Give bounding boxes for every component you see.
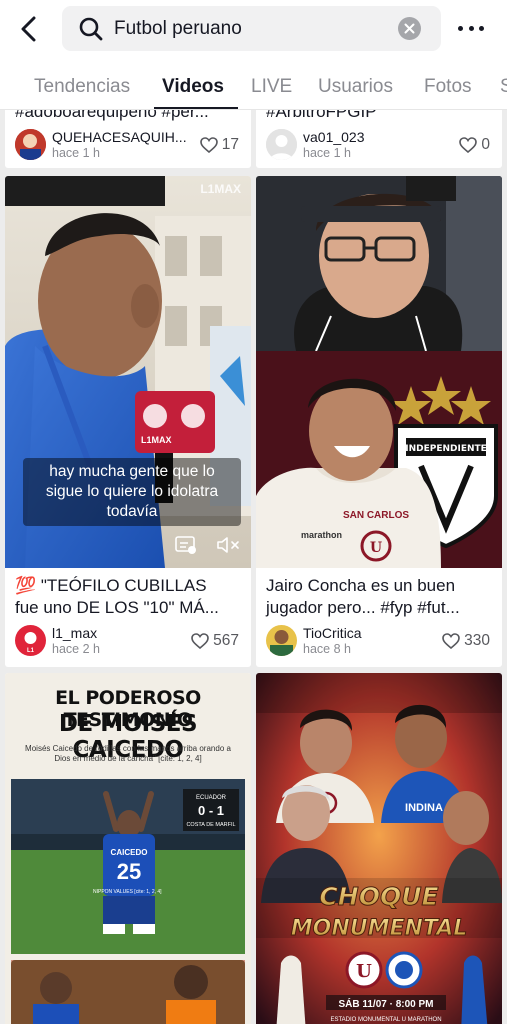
- video-thumbnail[interactable]: INDINA CHOQUE MONUMENTAL U SÁB 11/07 · 8…: [256, 673, 502, 1024]
- poster-title-line2: MONUMENTAL: [291, 916, 468, 941]
- like-count-value: 0: [481, 136, 490, 153]
- post-time: hace 8 h: [303, 642, 351, 656]
- clear-search-button[interactable]: [398, 17, 421, 40]
- default-avatar-icon: [266, 129, 297, 160]
- video-card[interactable]: INDEPENDIENTE U SAN CARLOS marathon Jair…: [256, 176, 502, 667]
- more-options-button[interactable]: [458, 18, 484, 38]
- caption-line: fue uno DE LOS "10" MÁ...: [15, 598, 219, 617]
- video-card[interactable]: L1MAX L1MAX hay mucha gente que lo sigue…: [5, 176, 251, 667]
- video-thumbnail[interactable]: INDEPENDIENTE U SAN CARLOS marathon: [256, 176, 502, 568]
- sponsor2-text: marathon: [301, 530, 342, 540]
- avatar-image: [15, 129, 46, 160]
- tab-sounds[interactable]: S: [500, 76, 507, 98]
- video-card[interactable]: #ArbitroFPGIP va01_023 hace 1 h 0: [256, 110, 502, 168]
- tab-trending[interactable]: Tendencias: [34, 76, 130, 98]
- video-card[interactable]: EL PODEROSO TESTIMONIO DE MOISÉS CAICEDO…: [5, 673, 251, 1024]
- score-team2: COSTA DE MARFIL: [186, 822, 235, 828]
- svg-text:U: U: [370, 540, 382, 556]
- tiocritica-avatar-image: [266, 625, 297, 656]
- search-bar[interactable]: Futbol peruano: [62, 6, 441, 51]
- jersey-number: 25: [117, 859, 141, 884]
- like-count[interactable]: 17: [199, 136, 239, 154]
- post-time: hace 1 h: [52, 146, 100, 160]
- like-count[interactable]: 567: [191, 632, 239, 650]
- like-count-value: 330: [464, 632, 490, 649]
- caption-icon[interactable]: [175, 535, 197, 555]
- heart-icon: [199, 137, 218, 153]
- top-bar: Futbol peruano: [0, 0, 507, 60]
- poster-subtitle: Moisés Caicedo de rodillas con las manos…: [25, 744, 231, 763]
- back-arrow-icon: [21, 16, 36, 42]
- club-badge-text: INDEPENDIENTE: [405, 444, 487, 454]
- choque-monumental-poster-image: INDINA CHOQUE MONUMENTAL U SÁB 11/07 · 8…: [256, 673, 502, 1024]
- players-strip-image: [11, 960, 245, 1024]
- tab-videos[interactable]: Videos: [162, 76, 224, 98]
- watermark-logo: L1MAX: [200, 182, 241, 196]
- like-count-value: 567: [213, 632, 239, 649]
- search-input[interactable]: Futbol peruano: [114, 18, 242, 40]
- jersey-name: CAICEDO: [111, 848, 148, 857]
- avatar[interactable]: [266, 625, 297, 656]
- video-card[interactable]: #adoboarequipeño #per... QUEHACESAQUIH..…: [5, 110, 251, 168]
- video-meta: TioCritica hace 8 h 330: [266, 625, 492, 659]
- sponsor-text: SAN CARLOS: [343, 510, 409, 521]
- like-count-value: 17: [221, 136, 239, 153]
- username[interactable]: QUEHACESAQUIH...: [52, 129, 187, 145]
- more-dot-icon: [458, 25, 463, 31]
- score-team1: ECUADOR: [196, 795, 227, 801]
- tab-users[interactable]: Usuarios: [318, 76, 393, 98]
- username[interactable]: TioCritica: [303, 625, 362, 641]
- heart-icon: [459, 137, 478, 153]
- post-time: hace 2 h: [52, 642, 100, 656]
- jairo-concha-thumbnail-image: INDEPENDIENTE U SAN CARLOS marathon: [256, 176, 502, 568]
- mute-icon[interactable]: [216, 535, 242, 555]
- poster-date: SÁB 11/07 · 8:00 PM: [338, 997, 433, 1010]
- search-icon: [79, 17, 103, 41]
- poster-title-line1: CHOQUE: [319, 882, 438, 911]
- caption-line: Jairo Concha es un buen: [266, 576, 456, 595]
- video-caption: 💯 "TEÓFILO CUBILLAS fue uno DE LOS "10" …: [15, 575, 241, 619]
- avatar[interactable]: [15, 129, 46, 160]
- video-caption: Jairo Concha es un buen jugador pero... …: [266, 575, 492, 619]
- avatar[interactable]: [266, 129, 297, 160]
- username[interactable]: l1_max: [52, 625, 97, 641]
- poster-venue: ESTADIO MONUMENTAL U MARATHON: [330, 1017, 441, 1023]
- score-value: 0 - 1: [198, 803, 224, 818]
- post-time: hace 1 h: [303, 146, 351, 160]
- avatar[interactable]: L1: [15, 625, 46, 656]
- close-icon: [404, 23, 415, 34]
- heart-icon: [191, 633, 209, 649]
- video-meta: QUEHACESAQUIH... hace 1 h 17: [15, 129, 241, 163]
- video-caption: #adoboarequipeño #per...: [15, 110, 209, 121]
- svg-text:L1: L1: [27, 648, 35, 654]
- like-count[interactable]: 0: [459, 136, 490, 154]
- caicedo-kneeling-image: CAICEDO 25 NIPPON VALUES [cite: 1, 2, 4]…: [11, 779, 245, 954]
- caption-line: jugador pero... #fyp #fut...: [266, 598, 460, 617]
- jersey-text: INDINA: [405, 802, 443, 814]
- jersey-tag: NIPPON VALUES [cite: 1, 2, 4]: [93, 889, 162, 895]
- video-grid: #adoboarequipeño #per... QUEHACESAQUIH..…: [0, 110, 507, 1024]
- video-meta: va01_023 hace 1 h 0: [266, 129, 492, 163]
- tab-live[interactable]: LIVE: [251, 76, 292, 98]
- video-caption: #ArbitroFPGIP: [266, 110, 377, 121]
- more-dot-icon: [479, 25, 484, 31]
- video-thumbnail[interactable]: EL PODEROSO TESTIMONIO DE MOISÉS CAICEDO…: [5, 673, 251, 1024]
- back-button[interactable]: [14, 12, 44, 46]
- video-subtitle: hay mucha gente que lo sigue lo quiere l…: [23, 458, 241, 526]
- heart-icon: [442, 633, 460, 649]
- more-dot-icon: [468, 25, 474, 31]
- video-card[interactable]: INDINA CHOQUE MONUMENTAL U SÁB 11/07 · 8…: [256, 673, 502, 1024]
- video-thumbnail[interactable]: L1MAX L1MAX hay mucha gente que lo sigue…: [5, 176, 251, 568]
- tab-photos[interactable]: Fotos: [424, 76, 472, 98]
- svg-text:U: U: [356, 961, 372, 982]
- l1max-avatar-image: L1: [15, 625, 46, 656]
- caption-line: 💯 "TEÓFILO CUBILLAS: [15, 576, 207, 595]
- mic-logo: L1MAX: [141, 435, 172, 445]
- video-meta: L1 l1_max hace 2 h 567: [15, 625, 241, 659]
- username[interactable]: va01_023: [303, 129, 365, 145]
- search-tabs: Tendencias Videos LIVE Usuarios Fotos S: [0, 60, 507, 110]
- like-count[interactable]: 330: [442, 632, 490, 650]
